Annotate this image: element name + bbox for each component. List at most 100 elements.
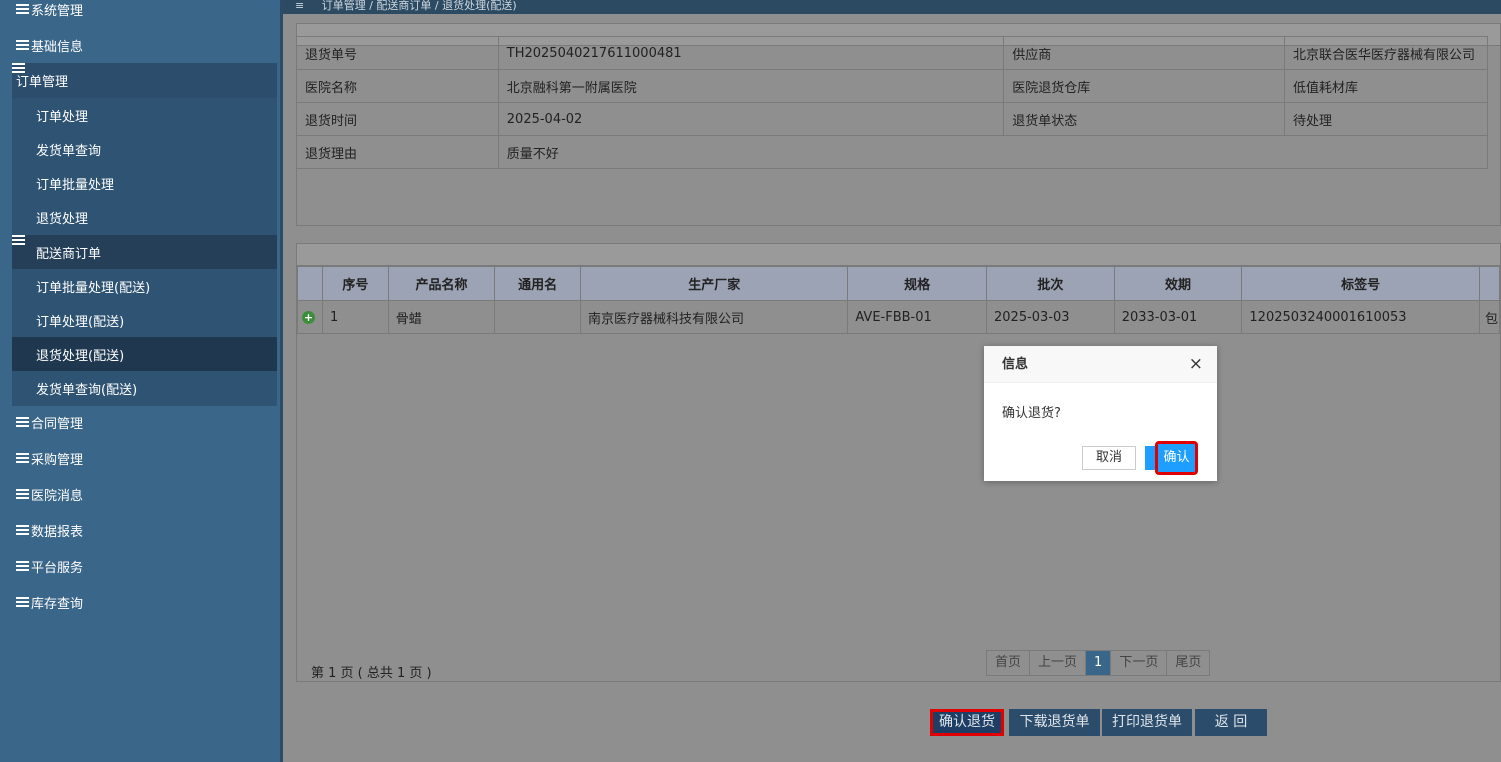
nav-item-contract[interactable]: 合同管理	[0, 404, 280, 440]
col-header: 通用名	[494, 266, 582, 301]
nav-item-label: 平台服务	[31, 560, 84, 576]
label-supplier: 供应商	[1003, 36, 1285, 70]
last-page-button[interactable]: 尾页	[1166, 650, 1211, 676]
next-page-button[interactable]: 下一页	[1110, 650, 1168, 676]
confirm-return-button[interactable]: 确认退货	[930, 709, 1004, 736]
cell-spec: AVE-FBB-01	[847, 300, 987, 334]
label-status: 退货单状态	[1003, 102, 1285, 136]
value-supplier: 北京联合医华医疗器械有限公司	[1283, 36, 1489, 70]
cell-batch: 2025-03-03	[986, 300, 1115, 334]
items-table: 序号 产品名称 通用名 生产厂家 规格 批次 效期 标签号 + 1 骨蜡 南京医…	[297, 266, 1501, 334]
col-header: 批次	[986, 266, 1115, 301]
nav-item-order-management[interactable]: 订单管理	[12, 63, 277, 98]
nav-item-hospital-messages[interactable]: 医院消息	[0, 476, 280, 512]
sidebar: 系统管理 基础信息 订单管理 订单处理 发货单查询 订单批量处理 退货处理 配送…	[0, 0, 283, 762]
confirm-dialog: 信息 × 确认退货? 取消 确认	[984, 346, 1217, 481]
col-header: 产品名称	[387, 266, 496, 301]
nav-item-system[interactable]: 系统管理	[0, 0, 280, 27]
col-header: 效期	[1113, 266, 1243, 301]
page-info: 第 1 页 ( 总共 1 页 )	[311, 666, 432, 681]
list-icon	[16, 525, 29, 535]
info-row: 退货时间 2025-04-02 退货单状态 待处理	[296, 102, 1489, 136]
info-row: 退货理由 质量不好	[296, 135, 1489, 169]
nav-subitem-shipment-query-delivery[interactable]: 发货单查询(配送)	[12, 371, 277, 405]
nav-item-platform-service[interactable]: 平台服务	[0, 548, 280, 584]
close-icon[interactable]: ×	[1189, 356, 1203, 373]
value-return-time: 2025-04-02	[497, 102, 1005, 136]
dialog-title: 信息	[984, 346, 1217, 383]
nav-item-label: 医院消息	[31, 488, 84, 504]
nav-subitem-label: 订单批量处理	[36, 177, 115, 193]
nav-item-label: 采购管理	[31, 452, 84, 468]
breadcrumb: ≡ 订单管理 / 配送商订单 / 退货处理(配送)	[283, 0, 1501, 14]
list-icon	[16, 417, 29, 427]
label-reason: 退货理由	[296, 135, 499, 169]
nav-item-label: 合同管理	[31, 416, 84, 432]
ok-button[interactable]: 确认	[1155, 441, 1198, 475]
nav-subitem-label: 退货处理(配送)	[36, 348, 125, 364]
cell-no: 1	[321, 300, 389, 334]
col-header: 序号	[321, 266, 389, 301]
list-icon	[16, 489, 29, 499]
nav-subitem-label: 发货单查询(配送)	[36, 382, 138, 398]
label-return-warehouse: 医院退货仓库	[1003, 69, 1285, 103]
breadcrumb-text: 订单管理 / 配送商订单 / 退货处理(配送)	[321, 0, 517, 12]
label-return-no: 退货单号	[296, 36, 499, 70]
download-return-button[interactable]: 下载退货单	[1009, 709, 1100, 736]
cell-maker: 南京医疗器械科技有限公司	[580, 300, 849, 334]
nav-subitem-batch-process-delivery[interactable]: 订单批量处理(配送)	[12, 269, 277, 303]
nav-item-basic-info[interactable]: 基础信息	[0, 27, 280, 63]
value-status: 待处理	[1283, 102, 1489, 136]
cancel-button[interactable]: 取消	[1082, 446, 1136, 470]
prev-page-button[interactable]: 上一页	[1029, 650, 1087, 676]
col-expand	[297, 266, 323, 301]
nav-item-purchase[interactable]: 采购管理	[0, 440, 280, 476]
list-icon	[16, 561, 29, 571]
dialog-message: 确认退货?	[1002, 406, 1061, 421]
info-row: 医院名称 北京融科第一附属医院 医院退货仓库 低值耗材库	[296, 69, 1489, 103]
cell-generic	[494, 300, 582, 334]
nav-subitem-return-process-delivery[interactable]: 退货处理(配送)	[12, 337, 277, 371]
col-header: 标签号	[1241, 266, 1480, 301]
expand-cell: +	[297, 300, 323, 334]
value-hospital: 北京融科第一附属医院	[497, 69, 1005, 103]
pagination: 首页 上一页 1 下一页 尾页	[986, 650, 1211, 676]
nav-subitem-shipment-query[interactable]: 发货单查询	[12, 132, 277, 166]
nav-subitem-distributor-orders[interactable]: 配送商订单	[12, 235, 277, 269]
menu-icon[interactable]: ≡	[295, 0, 304, 12]
back-button[interactable]: 返 回	[1195, 709, 1267, 736]
value-return-no: TH2025040217611000481	[497, 36, 1005, 70]
label-return-time: 退货时间	[296, 102, 499, 136]
nav-subitem-label: 退货处理	[36, 211, 89, 227]
cell-tag: 1202503240001610053	[1241, 300, 1480, 334]
list-icon	[16, 40, 29, 50]
list-icon	[16, 4, 29, 14]
cell-expiry: 2033-03-01	[1113, 300, 1243, 334]
nav-subitem-label: 订单处理(配送)	[36, 314, 125, 330]
expand-plus-icon[interactable]: +	[302, 310, 315, 324]
nav-subitem-order-process[interactable]: 订单处理	[12, 98, 277, 132]
col-header: 生产厂家	[580, 266, 849, 301]
print-return-button[interactable]: 打印退货单	[1102, 709, 1192, 736]
value-reason: 质量不好	[497, 135, 1489, 169]
nav-item-label: 库存查询	[31, 596, 84, 612]
nav-item-label: 订单管理	[16, 75, 69, 90]
nav-subitem-batch-process[interactable]: 订单批量处理	[12, 166, 277, 200]
panel-header	[297, 244, 1500, 266]
nav-item-inventory[interactable]: 库存查询	[0, 584, 280, 620]
first-page-button[interactable]: 首页	[986, 650, 1031, 676]
nav-subitem-label: 配送商订单	[36, 246, 102, 262]
table-header-row: 序号 产品名称 通用名 生产厂家 规格 批次 效期 标签号	[297, 266, 1501, 301]
nav-subitem-order-process-delivery[interactable]: 订单处理(配送)	[12, 303, 277, 337]
nav-subitem-label: 发货单查询	[36, 143, 102, 159]
nav-item-label: 数据报表	[31, 524, 84, 540]
nav-subitem-label: 订单批量处理(配送)	[36, 280, 151, 296]
current-page-button[interactable]: 1	[1085, 650, 1112, 676]
nav-group-order-management: 订单管理 订单处理 发货单查询 订单批量处理 退货处理 配送商订单 订单批量处理…	[12, 63, 277, 406]
return-info-table: 退货单号 TH2025040217611000481 供应商 北京联合医华医疗器…	[296, 36, 1489, 169]
main-content: ≡ 订单管理 / 配送商订单 / 退货处理(配送) 退货单号 TH2025040…	[283, 0, 1501, 762]
items-panel: 序号 产品名称 通用名 生产厂家 规格 批次 效期 标签号 + 1 骨蜡 南京医…	[296, 243, 1501, 682]
nav-subitem-return-process[interactable]: 退货处理	[12, 200, 277, 234]
nav-item-reports[interactable]: 数据报表	[0, 512, 280, 548]
col-header-extra	[1478, 266, 1501, 301]
